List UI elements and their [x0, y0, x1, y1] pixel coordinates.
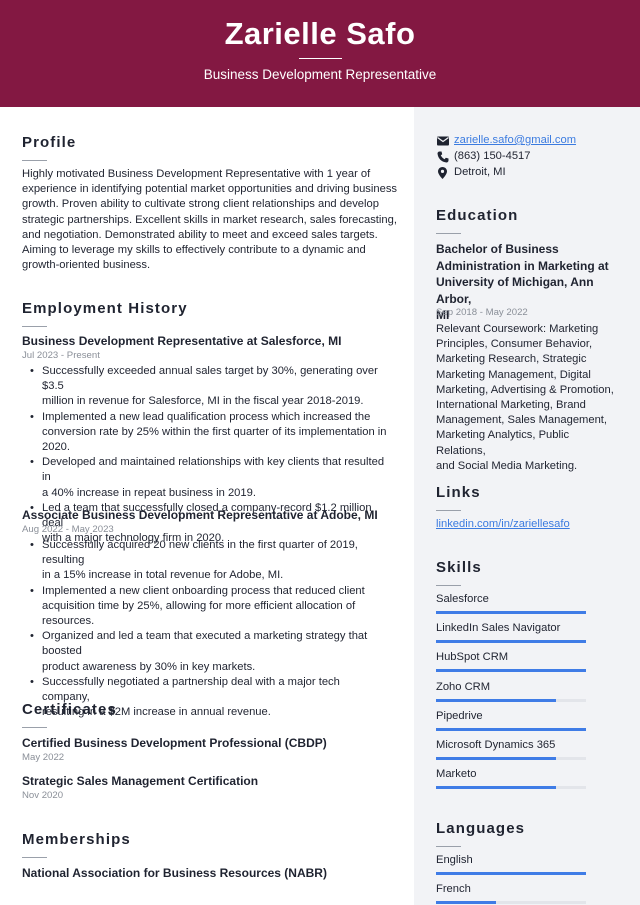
- envelope-icon: [436, 134, 449, 147]
- profile-line: strategic partnerships. Excellent skills…: [22, 213, 397, 226]
- location-pin-icon: [436, 166, 449, 179]
- profile-heading: Profile: [22, 134, 77, 151]
- profile-line: and negotiation. Demonstrated ability to…: [22, 228, 378, 241]
- achievement-item: Developed and maintained relationships w…: [28, 455, 390, 501]
- certificate-date: Nov 2020: [22, 790, 64, 801]
- job-dates: Aug 2022 - May 2023: [22, 524, 114, 535]
- language-name: English: [436, 854, 473, 866]
- skill-level-bar: [436, 640, 586, 644]
- certificate-name: Strategic Sales Management Certification: [22, 774, 259, 788]
- language-level-bar: [436, 901, 586, 905]
- certificate-name: Certified Business Development Professio…: [22, 736, 327, 750]
- language-level-fill: [436, 901, 496, 905]
- email-link[interactable]: zarielle.safo@gmail.com: [454, 133, 576, 149]
- skill-level-fill: [436, 640, 586, 644]
- location-text: Detroit, MI: [454, 166, 506, 178]
- links-divider: [436, 510, 461, 511]
- skills-heading: Skills: [436, 559, 482, 576]
- achievement-item: Organized and led a team that executed a…: [28, 629, 390, 675]
- skill-name: Marketo: [436, 768, 477, 781]
- memberships-divider: [22, 857, 47, 858]
- skill-level-bar: [436, 669, 586, 673]
- certificates-heading: Certificates: [22, 701, 117, 718]
- profile-divider: [22, 160, 47, 161]
- language-level-fill: [436, 872, 586, 875]
- achievement-item: Implemented a new client onboarding proc…: [28, 584, 390, 630]
- achievement-item: Successfully exceeded annual sales targe…: [28, 364, 390, 410]
- education-divider: [436, 233, 461, 234]
- employment-divider: [22, 326, 47, 327]
- skill-level-fill: [436, 727, 586, 731]
- language-level-bar: [436, 872, 586, 875]
- skill-level-fill: [436, 698, 556, 702]
- coursework: Relevant Coursework: Marketing Principle…: [436, 323, 614, 472]
- profile-line: Aiming to leverage my skills to effectiv…: [22, 244, 366, 257]
- profile-line: experience in identifying potential mark…: [22, 183, 398, 196]
- skills-divider: [436, 585, 461, 586]
- skill-level-fill: [436, 611, 586, 614]
- achievement-item: Successfully acquired 20 new clients in …: [28, 538, 390, 584]
- membership-name: National Association for Business Resour…: [22, 866, 327, 880]
- skill-name: Salesforce: [436, 593, 489, 605]
- candidate-title: Business Development Representative: [203, 67, 437, 82]
- resume-header: Zarielle Safo Business Development Repre…: [0, 0, 640, 107]
- certificate-date: May 2022: [22, 752, 65, 763]
- skill-level-bar: [436, 786, 586, 790]
- skill-level-fill: [436, 669, 586, 673]
- phone-icon: [436, 150, 449, 163]
- header-divider: [299, 58, 342, 59]
- linkedin-link[interactable]: linkedin.com/in/zariellesafo: [436, 517, 621, 532]
- education-heading: Education: [436, 207, 519, 224]
- skill-level-fill: [436, 757, 556, 760]
- job-title: Business Development Representative at S…: [22, 334, 342, 348]
- links-heading: Links: [436, 484, 481, 501]
- candidate-name: Zarielle Safo: [224, 16, 416, 51]
- skill-name: Microsoft Dynamics 365: [436, 739, 556, 751]
- language-name: French: [436, 883, 471, 896]
- profile-line: growth-oriented business.: [22, 259, 151, 272]
- profile-line: growth. Proven ability to cultivate stro…: [22, 198, 379, 211]
- contact-location: Detroit, MI: [436, 165, 506, 181]
- skill-level-fill: [436, 786, 556, 790]
- profile-line: Highly motivated Business Development Re…: [22, 168, 371, 180]
- profile-summary: Highly motivated Business Development Re…: [22, 167, 402, 273]
- contact-phone: (863) 150-4517: [436, 149, 531, 165]
- skill-name: Pipedrive: [436, 709, 483, 722]
- skill-level-bar: [436, 698, 586, 702]
- contact-email: zarielle.safo@gmail.com: [436, 133, 576, 149]
- job-title: Associate Business Development Represent…: [22, 508, 378, 522]
- skill-level-bar: [436, 727, 586, 731]
- achievement-item: Implemented a new lead qualification pro…: [28, 410, 390, 456]
- phone-number: (863) 150-4517: [454, 150, 531, 162]
- education-dates: Sep 2018 - May 2022: [436, 307, 528, 318]
- job-achievements: Successfully acquired 20 new clients in …: [28, 538, 390, 720]
- employment-heading: Employment History: [22, 300, 188, 317]
- skill-name: HubSpot CRM: [436, 651, 509, 664]
- skill-level-bar: [436, 757, 586, 760]
- skill-level-bar: [436, 611, 586, 614]
- memberships-heading: Memberships: [22, 831, 131, 848]
- job-dates: Jul 2023 - Present: [22, 350, 100, 361]
- certificates-divider: [22, 727, 47, 728]
- skill-name: LinkedIn Sales Navigator: [436, 622, 561, 635]
- skill-name: Zoho CRM: [436, 680, 491, 693]
- languages-heading: Languages: [436, 820, 526, 837]
- languages-divider: [436, 846, 461, 847]
